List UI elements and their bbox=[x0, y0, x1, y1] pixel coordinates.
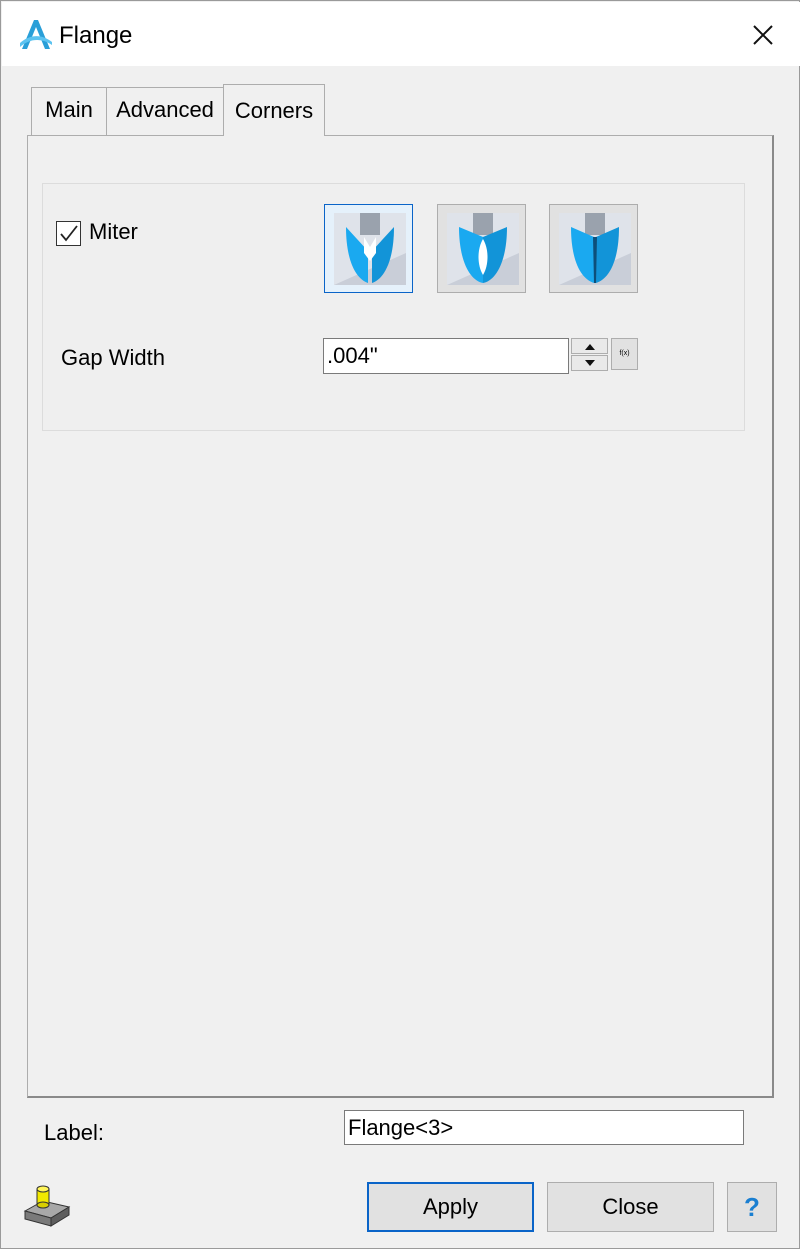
miter-group: Miter Gap Width .004" f(x) bbox=[42, 183, 745, 431]
corner-closed-icon bbox=[559, 213, 631, 285]
apply-button[interactable]: Apply bbox=[367, 1182, 534, 1232]
tab-advanced-label: Advanced bbox=[116, 97, 214, 122]
spin-down-icon bbox=[585, 360, 595, 366]
spin-down-button[interactable] bbox=[571, 355, 608, 371]
spin-up-button[interactable] bbox=[571, 338, 608, 354]
flange-dialog: Flange Main Advanced Corners Miter Gap W… bbox=[0, 0, 800, 1249]
gap-width-spinner bbox=[571, 338, 609, 372]
label-input[interactable] bbox=[344, 1110, 744, 1145]
gap-width-input[interactable] bbox=[323, 338, 569, 374]
tab-main-label: Main bbox=[45, 97, 93, 122]
help-button[interactable]: ? bbox=[727, 1182, 777, 1232]
corner-closed-button[interactable] bbox=[549, 204, 638, 293]
corner-round-icon bbox=[447, 213, 519, 285]
tab-corners-label: Corners bbox=[234, 98, 314, 123]
tab-main[interactable]: Main bbox=[31, 87, 107, 135]
tab-advanced[interactable]: Advanced bbox=[106, 87, 224, 135]
corners-tab-panel: Miter Gap Width .004" f(x) bbox=[27, 135, 774, 1098]
miter-checkbox[interactable] bbox=[56, 221, 81, 246]
spin-up-icon bbox=[585, 344, 595, 350]
close-icon[interactable] bbox=[740, 12, 786, 58]
title-bar: Flange bbox=[2, 2, 800, 66]
formula-button[interactable]: f(x) bbox=[611, 338, 638, 370]
tab-corners[interactable]: Corners bbox=[223, 84, 325, 136]
gap-width-label: Gap Width bbox=[61, 345, 165, 370]
part-feature-icon bbox=[23, 1185, 71, 1227]
miter-label: Miter bbox=[89, 219, 138, 244]
window-title: Flange bbox=[59, 22, 133, 49]
label-caption: Label: bbox=[44, 1119, 104, 1147]
app-logo-icon bbox=[20, 20, 52, 49]
corner-miter-icon bbox=[334, 213, 406, 285]
close-button[interactable]: Close bbox=[547, 1182, 714, 1232]
checkmark-icon bbox=[60, 225, 78, 242]
corner-miter-button[interactable] bbox=[324, 204, 413, 293]
corner-round-button[interactable] bbox=[437, 204, 526, 293]
formula-label: f(x) bbox=[619, 350, 630, 357]
label-caption-text: Label: bbox=[44, 1120, 104, 1145]
